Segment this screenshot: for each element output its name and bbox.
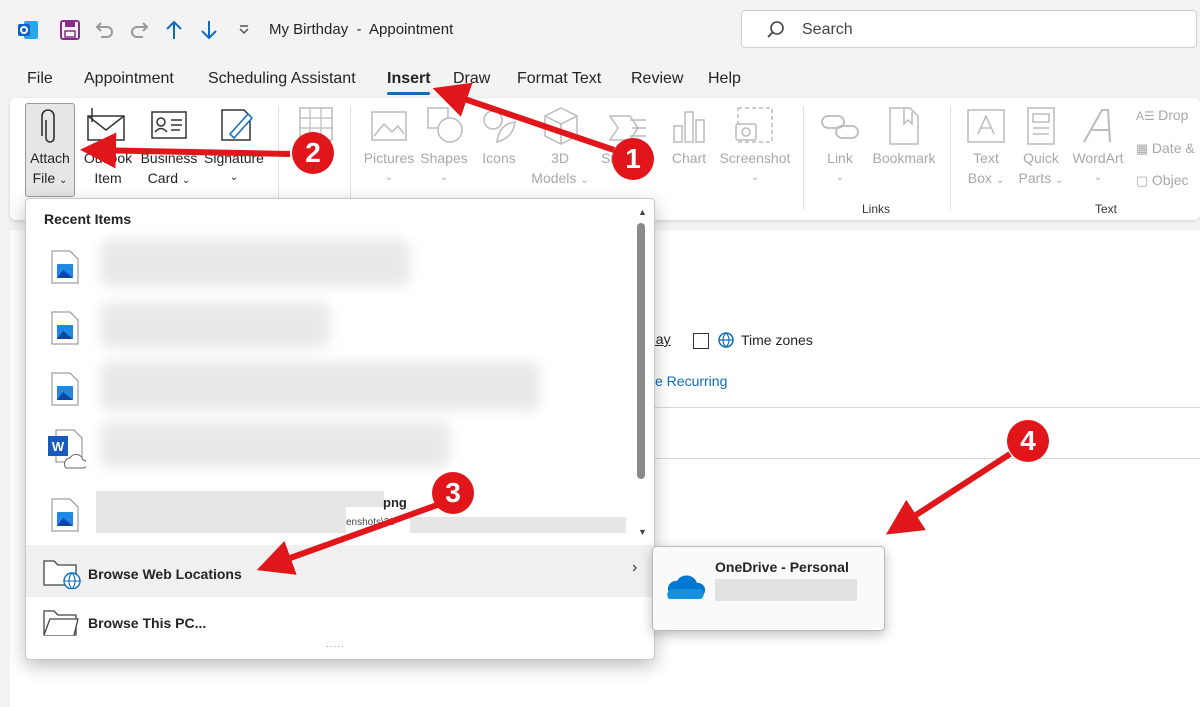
annotation-arrows [80, 82, 1012, 575]
arrow-4 [885, 451, 1012, 535]
arrow-2 [80, 132, 291, 169]
arrow-3 [256, 501, 442, 575]
arrow-1 [432, 82, 615, 153]
annotation-badge-3: 3 [432, 472, 474, 514]
annotation-badge-1: 1 [612, 138, 654, 180]
annotation-badge-2: 2 [292, 132, 334, 174]
annotation-badge-4: 4 [1007, 420, 1049, 462]
